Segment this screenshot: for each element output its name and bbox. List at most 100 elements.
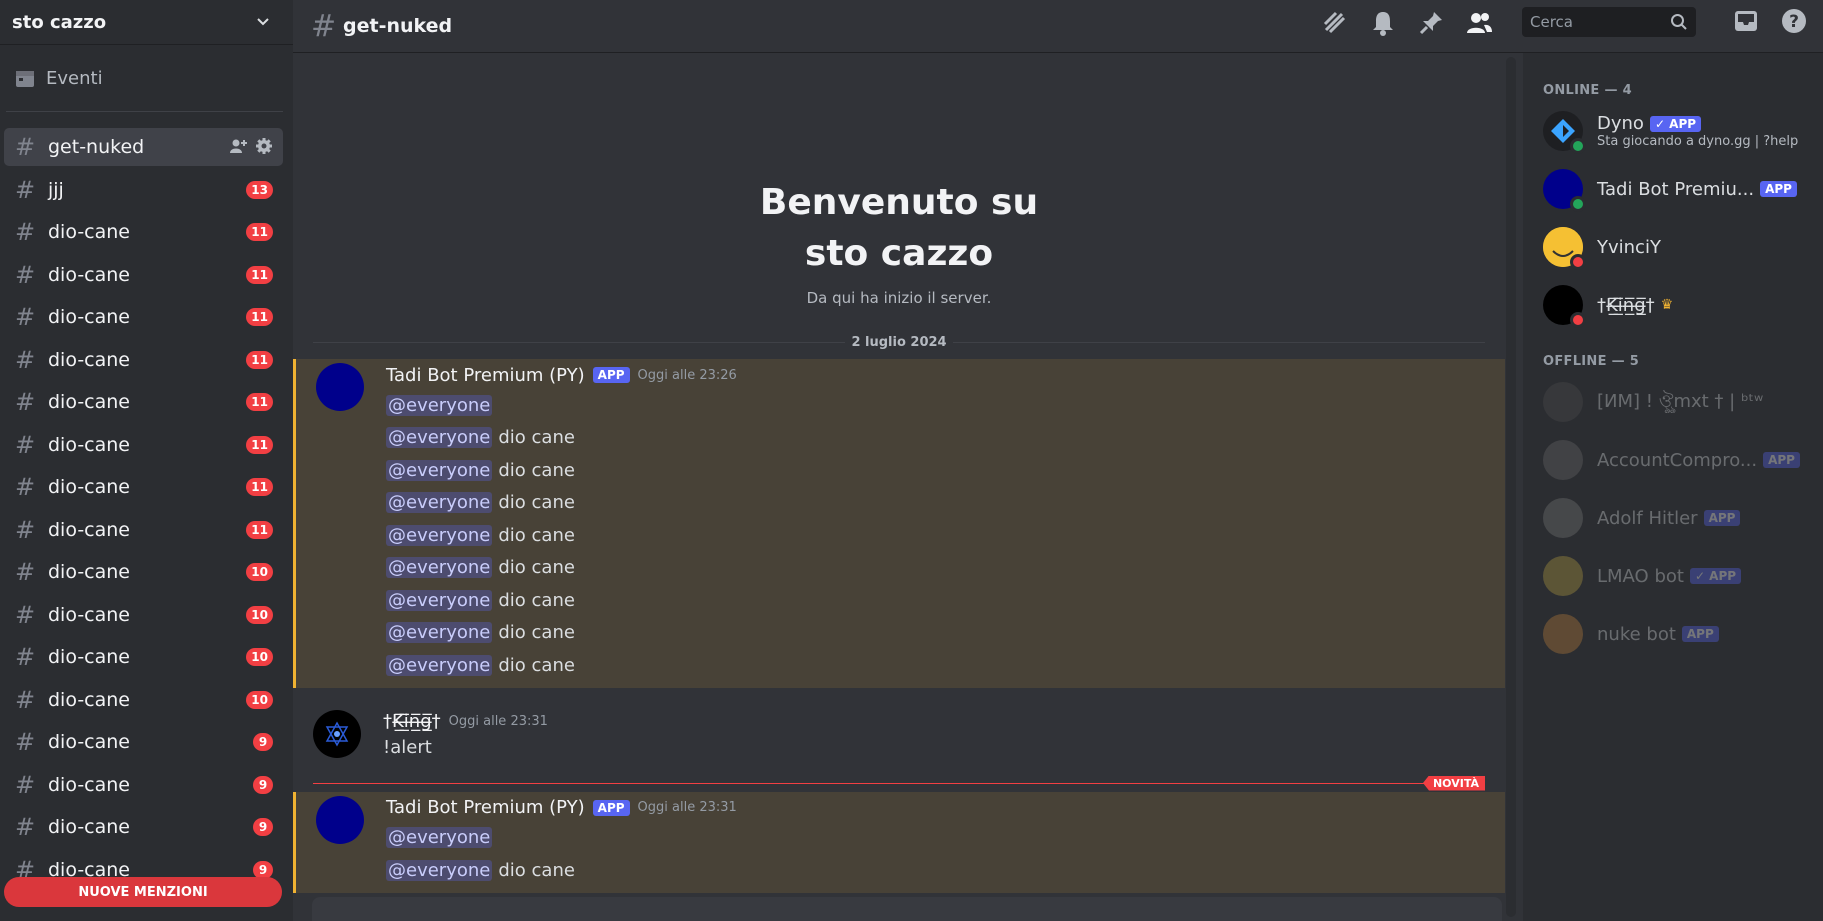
member-name-row: Dyno ✓ APP [1597,113,1798,134]
channel-hash-icon: # [14,218,36,246]
member-list-icon[interactable] [1464,8,1494,38]
channel-name: dio-cane [48,476,130,498]
mention-everyone[interactable]: @everyone [386,427,493,449]
avatar [1543,382,1583,422]
member-item[interactable]: [ИМ] ! ঔৣmxt † | ᵇᵗʷ [1523,373,1823,431]
message-composer[interactable] [312,897,1502,921]
online-members: Dyno ✓ APP Sta giocando a dyno.gg | ?help T… [1523,102,1823,334]
channel-hash-icon: # [14,770,36,799]
mention-everyone[interactable]: @everyone [386,859,493,881]
channel-item[interactable]: # dio-cane 10 [4,638,283,676]
search-input[interactable]: Cerca [1522,7,1696,37]
message-line: @everyone [386,389,1505,422]
message-author[interactable]: Tadi Bot Premium (PY) [386,365,585,386]
member-name-row: YvinciY [1597,237,1661,258]
channel-item[interactable]: # dio-cane 9 [4,766,283,804]
channel-item[interactable]: # dio-cane 11 [4,383,283,421]
channel-item[interactable]: # dio-cane 9 [4,723,283,761]
channel-name: dio-cane [48,306,130,328]
message-text: dio cane [498,459,575,481]
channel-hash-icon: # [14,813,36,841]
channel-name: dio-cane [48,348,130,371]
channel-item[interactable]: # dio-cane 11 [4,213,283,251]
member-item[interactable]: Adolf Hitler APP [1523,489,1823,547]
member-info: YvinciY [1597,237,1661,258]
channel-item[interactable]: # dio-cane 10 [4,596,283,634]
mention-everyone[interactable]: @everyone [386,394,493,416]
topbar-icons [1320,8,1494,38]
channel-item[interactable]: # dio-cane 10 [4,553,283,591]
channel-item[interactable]: # dio-cane 11 [4,341,283,379]
app-tag: APP [1760,181,1797,197]
invite-icon[interactable] [229,137,247,155]
unread-badge: 11 [246,520,273,539]
help-icon[interactable]: ? [1779,6,1809,36]
channel-item[interactable]: # dio-cane 9 [4,808,283,846]
member-item[interactable]: Tadi Bot Premiu... APP [1523,160,1823,218]
unread-badge: 9 [253,818,273,836]
offline-members: [ИМ] ! ঔৣmxt † | ᵇᵗʷ AccountCompro... APP A… [1523,373,1823,663]
discord-app: sto cazzo Eventi # get-nuked # jjj 13 # dio-ca… [0,0,1823,921]
avatar [1543,556,1583,596]
channel-item[interactable]: # get-nuked [4,128,283,166]
gear-icon[interactable] [255,137,273,155]
mention-everyone[interactable]: @everyone [386,524,493,546]
mention-everyone[interactable]: @everyone [386,589,493,611]
avatar[interactable] [316,795,364,844]
message-text: dio cane [498,492,575,514]
member-item[interactable]: LMAO bot ✓ APP [1523,547,1823,605]
channel-hash-icon: # [14,260,36,289]
threads-icon[interactable] [1320,8,1350,38]
unread-badge: 11 [246,435,273,454]
events-item[interactable]: Eventi [0,45,293,111]
chat-scrollbar[interactable] [1506,57,1516,917]
channel-item[interactable]: # dio-cane 11 [4,426,283,464]
mention-everyone[interactable]: @everyone [386,654,493,676]
message-text: dio cane [498,859,575,881]
pin-icon[interactable] [1416,8,1446,38]
channel-item[interactable]: # dio-cane 11 [4,468,283,506]
member-item[interactable]: YvinciY [1523,218,1823,276]
message-text: dio cane [498,654,575,676]
channel-item[interactable]: # dio-cane 11 [4,511,283,549]
mention-everyone[interactable]: @everyone [386,459,493,481]
member-name: LMAO bot [1597,565,1684,587]
mention-everyone[interactable]: @everyone [386,622,493,644]
avatar[interactable] [313,709,361,758]
channel-hash-icon: # [14,175,36,204]
member-name: Dyno [1597,113,1644,134]
channel-name: dio-cane [48,688,130,711]
welcome-line-1: Benvenuto su [759,182,1039,223]
member-item[interactable]: nuke bot APP [1523,605,1823,663]
message-group[interactable]: Tadi Bot Premium (PY) APP Oggi alle 23:2… [293,359,1505,688]
message-author[interactable]: Tadi Bot Premium (PY) [386,797,585,818]
inbox-icon[interactable] [1731,6,1761,36]
channel-name: dio-cane [48,731,130,753]
member-item[interactable]: †K̶̲̅i̶̲̅n̶̲̅g̶̲̅† ♛ [1523,276,1823,334]
events-label: Eventi [46,67,103,89]
message-group[interactable]: Tadi Bot Premium (PY) APP Oggi alle 23:3… [293,791,1505,893]
member-item[interactable]: Dyno ✓ APP Sta giocando a dyno.gg | ?help [1523,102,1823,160]
mention-everyone[interactable]: @everyone [386,492,493,514]
server-header[interactable]: sto cazzo [0,0,293,45]
bell-icon[interactable] [1368,8,1398,38]
mention-everyone[interactable]: @everyone [386,557,493,579]
channel-item[interactable]: # dio-cane 11 [4,256,283,294]
channel-hash-icon: # [14,600,36,629]
app-tag: APP [592,799,630,816]
channel-hash-icon: # [14,643,36,671]
unread-badge: 10 [246,605,273,624]
message-group[interactable]: †K̶̲̅i̶̲̅n̶̲̅g̶̲̅† Oggi alle 23:31 !aler… [293,706,1505,768]
channel-item[interactable]: # jjj 13 [4,171,283,209]
unread-badge: 11 [246,223,273,241]
message-author[interactable]: †K̶̲̅i̶̲̅n̶̲̅g̶̲̅† [383,711,441,732]
new-mentions-button[interactable]: NUOVE MENZIONI [4,877,282,907]
mention-everyone[interactable]: @everyone [386,827,493,849]
avatar [1543,498,1583,538]
channel-item[interactable]: # dio-cane 10 [4,681,283,719]
app-tag: ✓ APP [1689,568,1742,584]
member-item[interactable]: AccountCompro... APP [1523,431,1823,489]
avatar[interactable] [316,363,364,411]
channel-item[interactable]: # dio-cane 11 [4,298,283,336]
channel-topbar: # get-nuked Cerca ? [293,0,1823,53]
